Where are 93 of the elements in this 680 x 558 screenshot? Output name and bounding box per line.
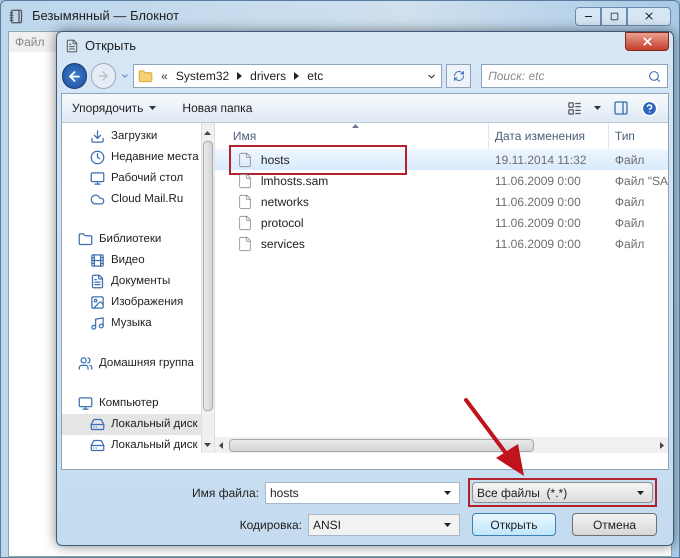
file-icon bbox=[236, 194, 253, 210]
filename-combo-box[interactable]: hosts bbox=[265, 482, 460, 504]
sidebar-item[interactable]: Изображения bbox=[62, 292, 201, 313]
horizontal-scrollbar[interactable] bbox=[214, 437, 668, 453]
sidebar-item[interactable]: Локальный диск bbox=[62, 414, 201, 435]
date-cell-text: 11.06.2009 0:00 bbox=[494, 194, 582, 210]
scroll-left-icon[interactable] bbox=[218, 442, 223, 448]
filename-field[interactable]: hosts bbox=[270, 484, 444, 502]
path-overflow-button[interactable]: « bbox=[161, 67, 168, 85]
type-cell-text: Файл bbox=[614, 214, 646, 232]
path-arrow-icon[interactable] bbox=[294, 72, 300, 80]
file-type-dropdown[interactable]: Все файлы (*.*) bbox=[472, 482, 653, 503]
window-title: Безымянный — Блокнот bbox=[32, 7, 180, 26]
date-cell-text: 11.06.2009 0:00 bbox=[494, 172, 582, 190]
hard-drive-icon bbox=[90, 417, 105, 432]
cancel-button[interactable]: Отмена bbox=[572, 513, 657, 536]
sidebar-item[interactable]: Недавние места bbox=[62, 147, 201, 168]
view-options-icon[interactable] bbox=[567, 100, 582, 116]
dropdown-icon bbox=[444, 522, 451, 526]
sidebar-item[interactable]: Домашняя группа bbox=[62, 353, 201, 374]
people-icon bbox=[78, 356, 93, 371]
close-icon bbox=[643, 10, 655, 22]
search-icon bbox=[648, 70, 662, 82]
path-segment[interactable]: drivers bbox=[250, 67, 286, 85]
path-arrow-icon[interactable] bbox=[237, 72, 242, 80]
close-button[interactable] bbox=[627, 6, 671, 26]
path-segment[interactable]: System32 bbox=[176, 67, 230, 85]
type-cell-text: Файл "SA bbox=[614, 172, 668, 190]
type-cell-text: Файл bbox=[614, 194, 646, 210]
sidebar-item[interactable]: Рабочий стол bbox=[62, 168, 201, 189]
hard-drive-icon bbox=[90, 438, 105, 453]
back-button[interactable] bbox=[62, 63, 87, 89]
file-row[interactable]: networks 11.06.2009 0:00 Файл bbox=[214, 191, 668, 212]
file-icon bbox=[236, 172, 253, 188]
new-folder-button[interactable]: Новая папка bbox=[182, 99, 252, 117]
file-icon bbox=[236, 236, 253, 252]
scroll-right-icon[interactable] bbox=[660, 442, 664, 448]
path-segment[interactable]: etc bbox=[307, 67, 324, 85]
folder-icon bbox=[138, 68, 154, 84]
help-icon[interactable] bbox=[641, 100, 658, 116]
scroll-down-icon[interactable] bbox=[204, 443, 212, 447]
sidebar-item[interactable]: Загрузки bbox=[62, 126, 201, 147]
monitor-icon bbox=[78, 396, 93, 411]
date-cell-text: 11.06.2009 0:00 bbox=[494, 236, 582, 252]
file-icon bbox=[236, 214, 253, 230]
refresh-icon bbox=[452, 70, 465, 82]
caret-icon bbox=[149, 106, 156, 110]
date-cell-text: 19.11.2014 11:32 bbox=[494, 152, 588, 168]
monitor-icon bbox=[90, 171, 105, 186]
scroll-thumb[interactable] bbox=[202, 141, 213, 411]
open-button[interactable]: Открыть bbox=[472, 513, 556, 536]
download-icon bbox=[90, 129, 105, 144]
folder-icon bbox=[78, 232, 93, 247]
encoding-dropdown[interactable]: ANSI bbox=[308, 514, 460, 536]
type-cell-text: Файл bbox=[614, 152, 646, 168]
field-label: Имя файла: bbox=[192, 484, 259, 502]
film-icon bbox=[90, 253, 105, 268]
sidebar-item[interactable]: Локальный диск bbox=[62, 435, 201, 453]
dropdown-icon[interactable] bbox=[444, 490, 451, 494]
caret-icon[interactable] bbox=[594, 106, 601, 110]
column-header[interactable]: Тип bbox=[608, 123, 668, 149]
cloud-icon bbox=[90, 192, 105, 207]
close-icon bbox=[640, 35, 654, 48]
document-icon bbox=[90, 274, 105, 289]
sidebar-item[interactable]: Компьютер bbox=[62, 393, 201, 414]
sidebar-item[interactable]: Музыка bbox=[62, 313, 201, 334]
dialog-title: Открыть bbox=[85, 36, 136, 55]
sidebar-item[interactable]: Документы bbox=[62, 271, 201, 292]
notepad-icon bbox=[9, 8, 24, 24]
search-box[interactable]: Поиск: etc bbox=[481, 64, 668, 88]
preview-pane-icon[interactable] bbox=[613, 100, 629, 116]
image-icon bbox=[90, 295, 105, 310]
maximize-icon bbox=[610, 12, 618, 20]
sidebar-item[interactable]: Видео bbox=[62, 250, 201, 271]
maximize-button[interactable] bbox=[601, 6, 627, 26]
sidebar-item[interactable]: Библиотеки bbox=[62, 229, 201, 250]
close-button[interactable] bbox=[625, 32, 669, 51]
address-bar[interactable]: « System32 drivers etc bbox=[133, 64, 442, 88]
music-note-icon bbox=[90, 316, 105, 331]
organize-menu-button[interactable]: Упорядочить bbox=[72, 99, 156, 117]
file-icon bbox=[236, 152, 253, 168]
scroll-thumb[interactable] bbox=[228, 438, 534, 452]
type-cell-text: Файл bbox=[614, 236, 646, 252]
dialog-icon bbox=[65, 38, 79, 52]
date-cell-text: 11.06.2009 0:00 bbox=[494, 214, 582, 232]
scroll-up-icon[interactable] bbox=[204, 131, 212, 135]
search-field[interactable]: Поиск: etc bbox=[488, 67, 648, 85]
sidebar-item[interactable]: Cloud Mail.Ru bbox=[62, 189, 201, 210]
field-label: Кодировка: bbox=[240, 516, 302, 534]
sidebar-scrollbar[interactable] bbox=[200, 123, 214, 453]
dropdown-icon bbox=[637, 490, 644, 494]
refresh-button[interactable] bbox=[446, 64, 472, 88]
clock-icon bbox=[90, 150, 105, 165]
